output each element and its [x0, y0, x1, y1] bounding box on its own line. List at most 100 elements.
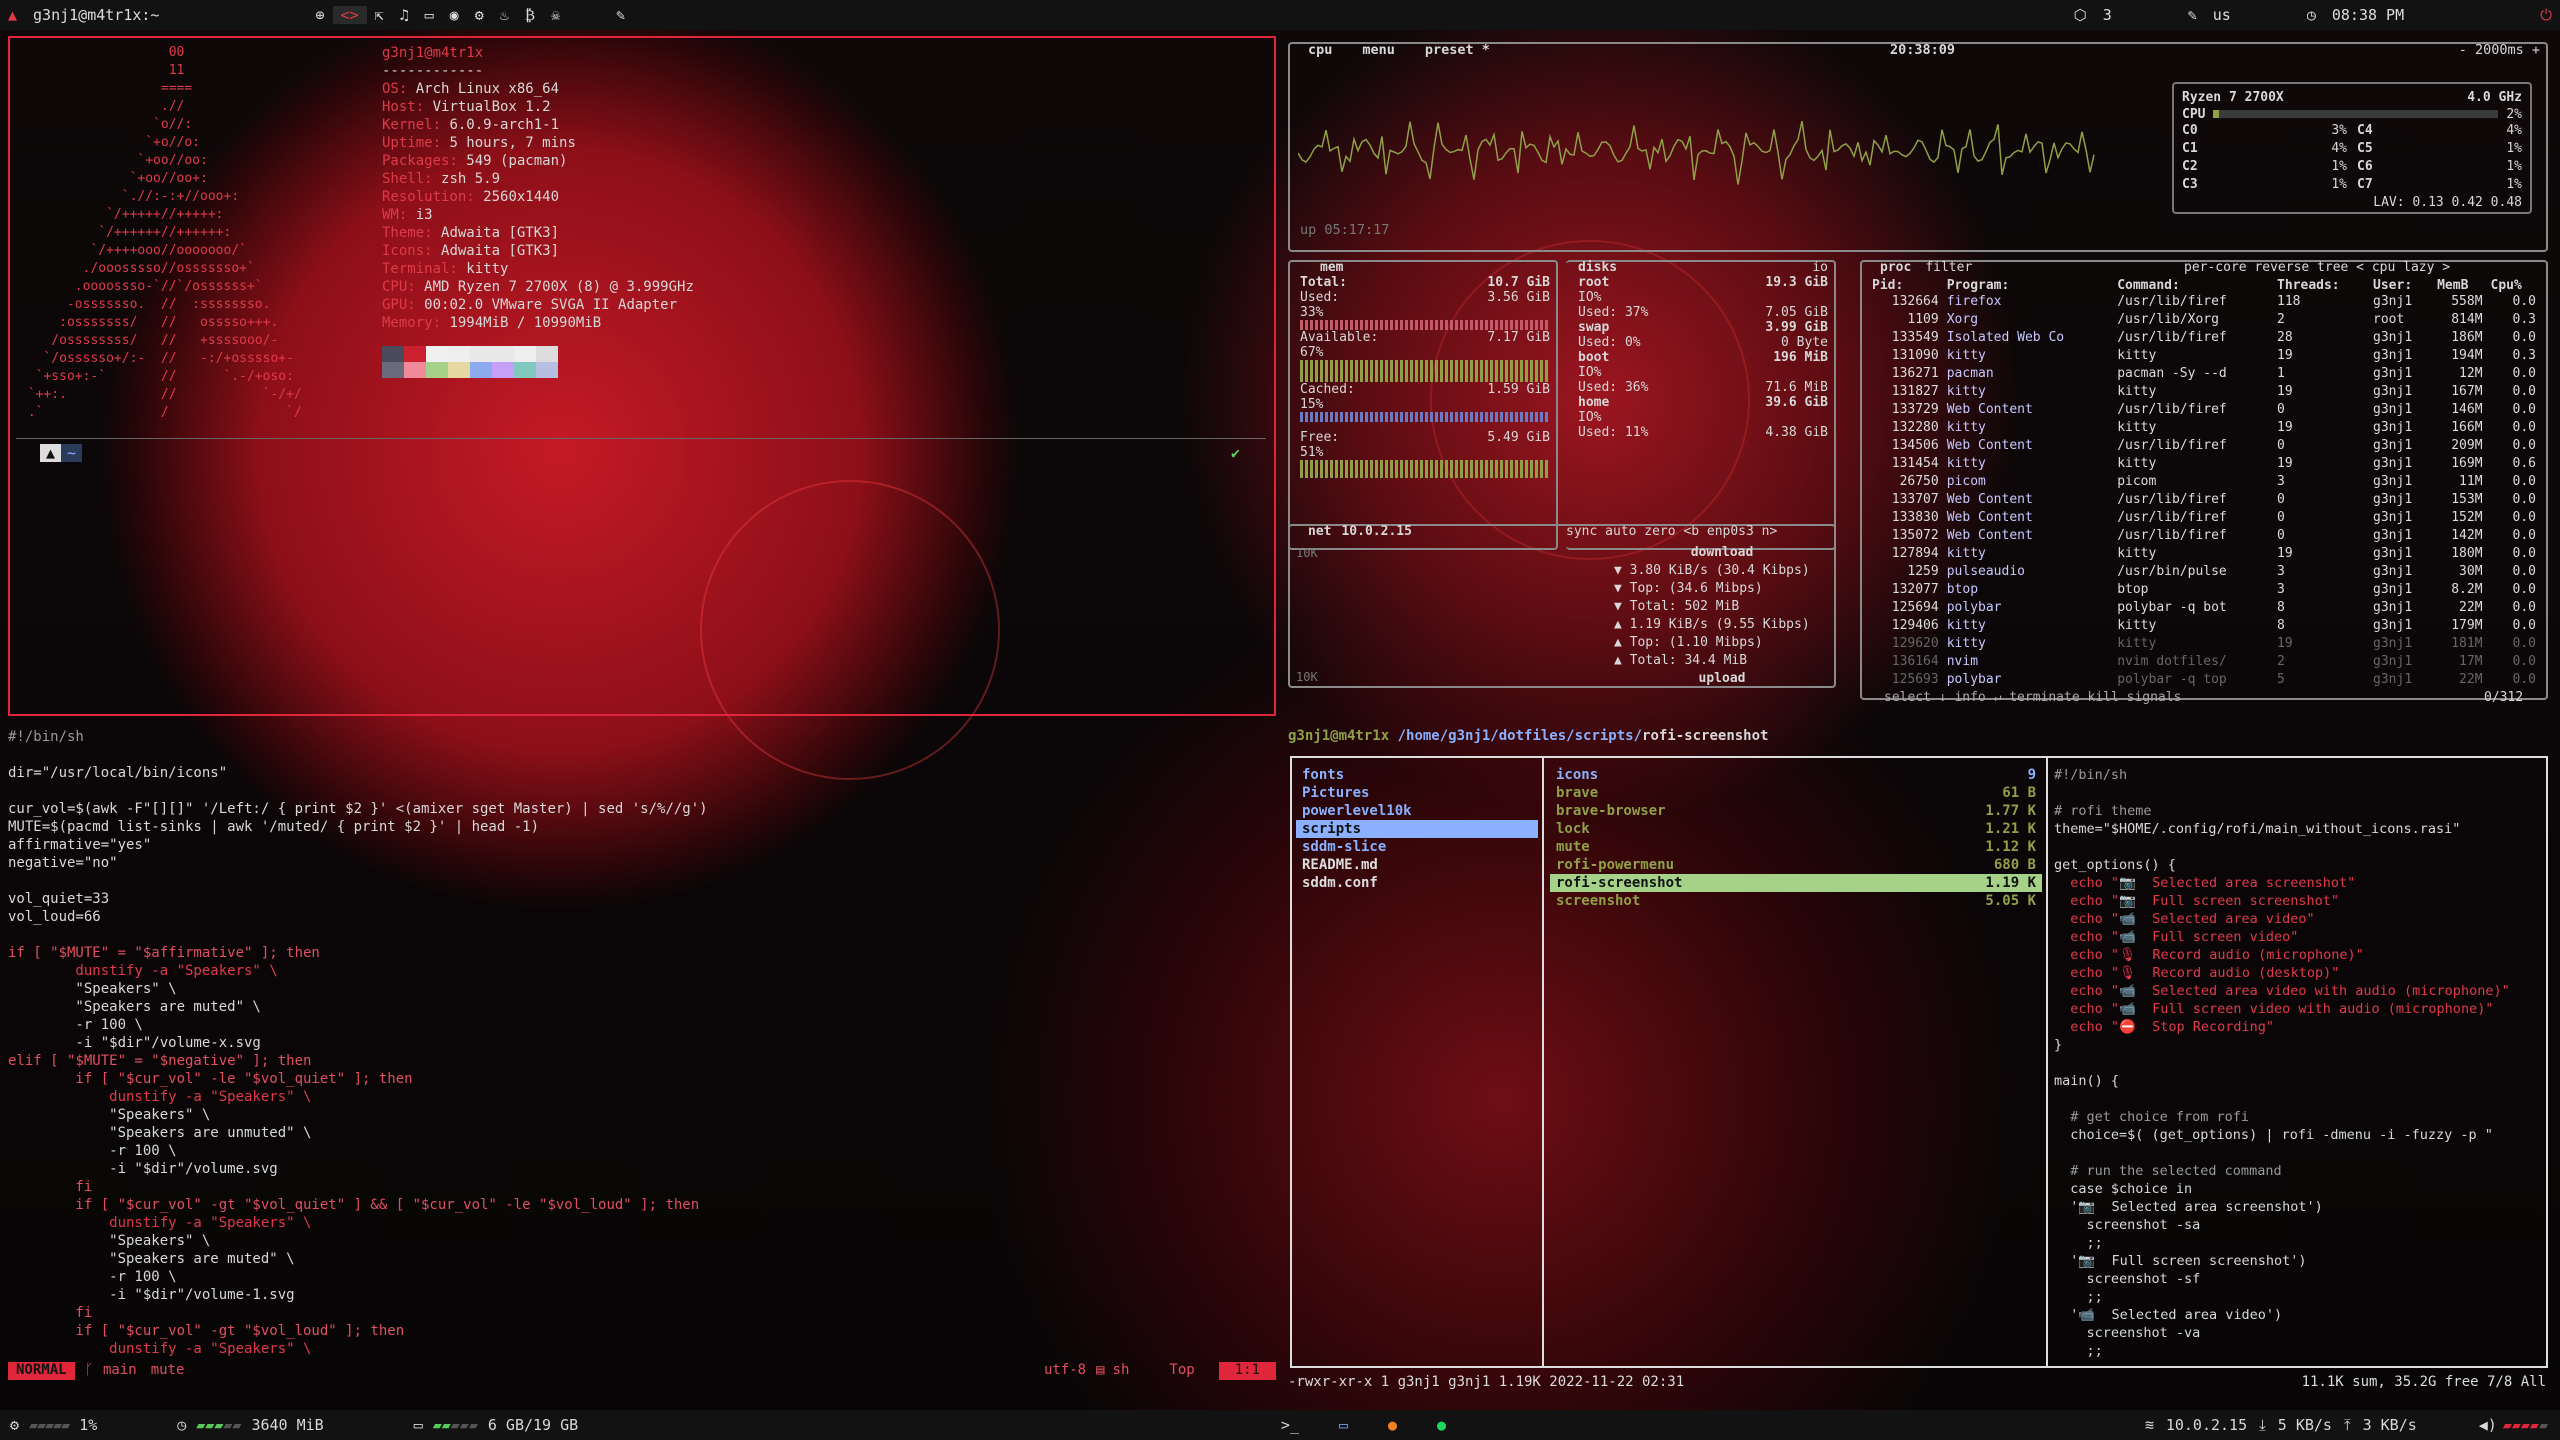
- proc-cell: nvim dotfiles/: [2117, 654, 2227, 669]
- settings-icon[interactable]: ⚙: [467, 6, 492, 24]
- proc-cell: 0.0: [2512, 402, 2536, 417]
- update-interval[interactable]: - 2000ms +: [2459, 42, 2540, 58]
- ranger-file-manager[interactable]: g3nj1@m4tr1x /home/g3nj1/dotfiles/script…: [1284, 728, 2554, 1390]
- ranger-entry[interactable]: README.md: [1296, 856, 1538, 874]
- keyboard-layout[interactable]: us: [2205, 6, 2239, 24]
- ranger-file[interactable]: lock 1.21 K: [1550, 820, 2042, 838]
- ranger-file[interactable]: brave-browser 1.77 K: [1550, 802, 2042, 820]
- sysinfo-value: 2560x1440: [483, 189, 560, 205]
- bitcoin-icon[interactable]: ₿: [517, 6, 543, 25]
- ranger-entry[interactable]: Pictures: [1296, 784, 1538, 802]
- skull-icon[interactable]: ☠: [543, 6, 568, 24]
- volume-icon[interactable]: ◀): [2473, 1416, 2503, 1434]
- proc-row[interactable]: 125694 polybar polybar -q bot 8 g3nj1 22M 0.0: [1868, 599, 2540, 617]
- proc-col-header[interactable]: MemB: [2433, 278, 2486, 293]
- proc-row[interactable]: 131454 kitty kitty 19 g3nj1 169M 0.6: [1868, 455, 2540, 473]
- code-line: dir="/usr/local/bin/icons": [8, 765, 228, 781]
- proc-row[interactable]: 125693 polybar polybar -q top 5 g3nj1 22M 0.0: [1868, 671, 2540, 689]
- ranger-entry[interactable]: scripts: [1296, 820, 1538, 838]
- spotify-icon[interactable]: ●: [1417, 1416, 1466, 1434]
- proc-col-header[interactable]: Program:: [1943, 278, 2113, 293]
- proc-cell: 12M: [2459, 366, 2483, 381]
- ranger-entry[interactable]: sddm-slice: [1296, 838, 1538, 856]
- code-line: fi: [8, 1305, 93, 1321]
- proc-row[interactable]: 132664 firefox/usr/lib/firef 118 g3nj1 558M 0…: [1868, 293, 2540, 311]
- proc-col-header[interactable]: Command:: [2113, 278, 2273, 293]
- disks-io-toggle[interactable]: io: [1812, 260, 1828, 275]
- power-icon[interactable]: ⏻: [2532, 6, 2560, 24]
- ranger-entry[interactable]: fonts: [1296, 766, 1538, 784]
- ranger-file[interactable]: rofi-screenshot 1.19 K: [1550, 874, 2042, 892]
- proc-col-header[interactable]: Cpu%: [2487, 278, 2540, 293]
- preview-line: # run the selected command: [2054, 1163, 2282, 1179]
- ranger-file[interactable]: brave 61 B: [1550, 784, 2042, 802]
- ranger-file[interactable]: screenshot 5.05 K: [1550, 892, 2042, 910]
- proc-row[interactable]: 132077 btop btop 3 g3nj1 8.2M 0.0: [1868, 581, 2540, 599]
- code-line: "Speakers" \: [8, 981, 177, 997]
- tab-menu[interactable]: menu: [1362, 42, 1395, 58]
- proc-col-header[interactable]: Threads:: [2273, 278, 2369, 293]
- ascii-line: `/+++++//+++++:: [20, 207, 224, 222]
- launch-icon[interactable]: ⇱: [367, 6, 392, 24]
- proc-filter[interactable]: filter: [1925, 260, 1972, 275]
- folder-icon[interactable]: ▭: [417, 6, 442, 24]
- code-buffer[interactable]: #!/bin/sh dir="/usr/local/bin/icons" cur_v…: [8, 728, 1276, 1358]
- proc-row[interactable]: 26750 picom picom 3 g3nj1 11M 0.0: [1868, 473, 2540, 491]
- ranger-file[interactable]: icons 9: [1550, 766, 2042, 784]
- proc-row[interactable]: 136164 nvim nvim dotfiles/2 g3nj1 17M 0.0: [1868, 653, 2540, 671]
- ascii-line: -osssssso. // :ssssssso.: [20, 297, 271, 312]
- ranger-file[interactable]: rofi-powermenu 680 B: [1550, 856, 2042, 874]
- prompt-line[interactable]: ▲ ~ ✔: [16, 438, 1266, 466]
- proc-row[interactable]: 133549 Isolated Web Co/usr/lib/firef 28 g3n…: [1868, 329, 2540, 347]
- proc-col-header[interactable]: User:: [2369, 278, 2433, 293]
- proc-footer[interactable]: select ↓ info ↵ terminate kill signals: [1884, 690, 2181, 705]
- proc-col-header[interactable]: Pid:: [1868, 278, 1943, 293]
- ranger-entry[interactable]: sddm.conf: [1296, 874, 1538, 892]
- gamepad-icon[interactable]: ◉: [442, 6, 467, 24]
- proc-row[interactable]: 127894 kitty kitty 19 g3nj1 180M 0.0: [1868, 545, 2540, 563]
- proc-cell: polybar -q top: [2117, 672, 2227, 687]
- code-icon[interactable]: <>: [332, 6, 367, 24]
- volume-meter[interactable]: ▰▰▰▰▰: [2503, 1416, 2560, 1434]
- proc-row[interactable]: 1259 pulseaudio/usr/bin/pulse 3 g3nj1 30M 0.0: [1868, 563, 2540, 581]
- globe-icon[interactable]: ⊕: [307, 6, 332, 24]
- proc-cell: g3nj1: [2373, 348, 2413, 363]
- files-icon[interactable]: ▭: [1319, 1416, 1368, 1434]
- tab-preset[interactable]: preset *: [1425, 42, 1490, 58]
- neofetch-terminal[interactable]: 00 11 ==== .// `o//: `+o//o: `+oo//oo: `…: [8, 36, 1276, 716]
- tab-cpu[interactable]: cpu: [1308, 42, 1332, 58]
- proc-row[interactable]: 129620 kitty kitty 19 g3nj1 181M 0.0: [1868, 635, 2540, 653]
- cpu-core-row: C6 1%: [2357, 159, 2522, 177]
- btop-monitor[interactable]: cpu menu preset * 20:38:09 - 2000ms + up…: [1284, 36, 2554, 716]
- file-size: 5.05 K: [1985, 893, 2036, 909]
- proc-cell: Web Content: [1946, 528, 2033, 543]
- proc-row[interactable]: 1109 Xorg/usr/lib/Xorg 2 root 814M 0.3: [1868, 311, 2540, 329]
- pen-icon[interactable]: ✎: [608, 6, 633, 24]
- nvim-editor[interactable]: #!/bin/sh dir="/usr/local/bin/icons" cur_v…: [8, 728, 1276, 1388]
- terminal-icon[interactable]: >_: [1261, 1416, 1319, 1434]
- proc-options[interactable]: per-core reverse tree < cpu lazy >: [2184, 260, 2450, 275]
- proc-row[interactable]: 131827 kitty kitty 19 g3nj1 167M 0.0: [1868, 383, 2540, 401]
- proc-row[interactable]: 132280 kitty kitty 19 g3nj1 166M 0.0: [1868, 419, 2540, 437]
- firefox-icon[interactable]: ●: [1368, 1416, 1417, 1434]
- proc-row[interactable]: 129406 kitty kitty 8 g3nj1 179M 0.0: [1868, 617, 2540, 635]
- core-usage: 4%: [2506, 123, 2522, 138]
- arch-logo-icon[interactable]: ▲: [0, 6, 25, 24]
- sysinfo-key: Uptime:: [382, 135, 450, 151]
- preview-line: echo "📹 Selected area video": [2054, 911, 2315, 927]
- proc-row[interactable]: 133707 Web Content/usr/lib/firef 0 g3nj1 153…: [1868, 491, 2540, 509]
- proc-row[interactable]: 136271 pacman pacman -Sy --d 1 g3nj1 12M 0.0: [1868, 365, 2540, 383]
- ranger-file[interactable]: mute 1.12 K: [1550, 838, 2042, 856]
- fire-icon[interactable]: ♨: [492, 6, 517, 24]
- proc-row[interactable]: 135072 Web Content/usr/lib/firef 0 g3nj1 142…: [1868, 527, 2540, 545]
- music-icon[interactable]: ♫: [392, 6, 417, 24]
- proc-row[interactable]: 133830 Web Content/usr/lib/firef 0 g3nj1 152…: [1868, 509, 2540, 527]
- proc-cell: 814M: [2451, 312, 2483, 327]
- net-tabs[interactable]: sync auto zero <b enp0s3 n>: [1566, 524, 1777, 539]
- sysinfo-key: GPU:: [382, 297, 425, 313]
- code-line: fi: [8, 1179, 93, 1195]
- proc-row[interactable]: 133729 Web Content/usr/lib/firef 0 g3nj1 146…: [1868, 401, 2540, 419]
- proc-row[interactable]: 131090 kitty kitty 19 g3nj1 194M 0.3: [1868, 347, 2540, 365]
- ranger-entry[interactable]: powerlevel10k: [1296, 802, 1538, 820]
- proc-row[interactable]: 134506 Web Content/usr/lib/firef 0 g3nj1 209…: [1868, 437, 2540, 455]
